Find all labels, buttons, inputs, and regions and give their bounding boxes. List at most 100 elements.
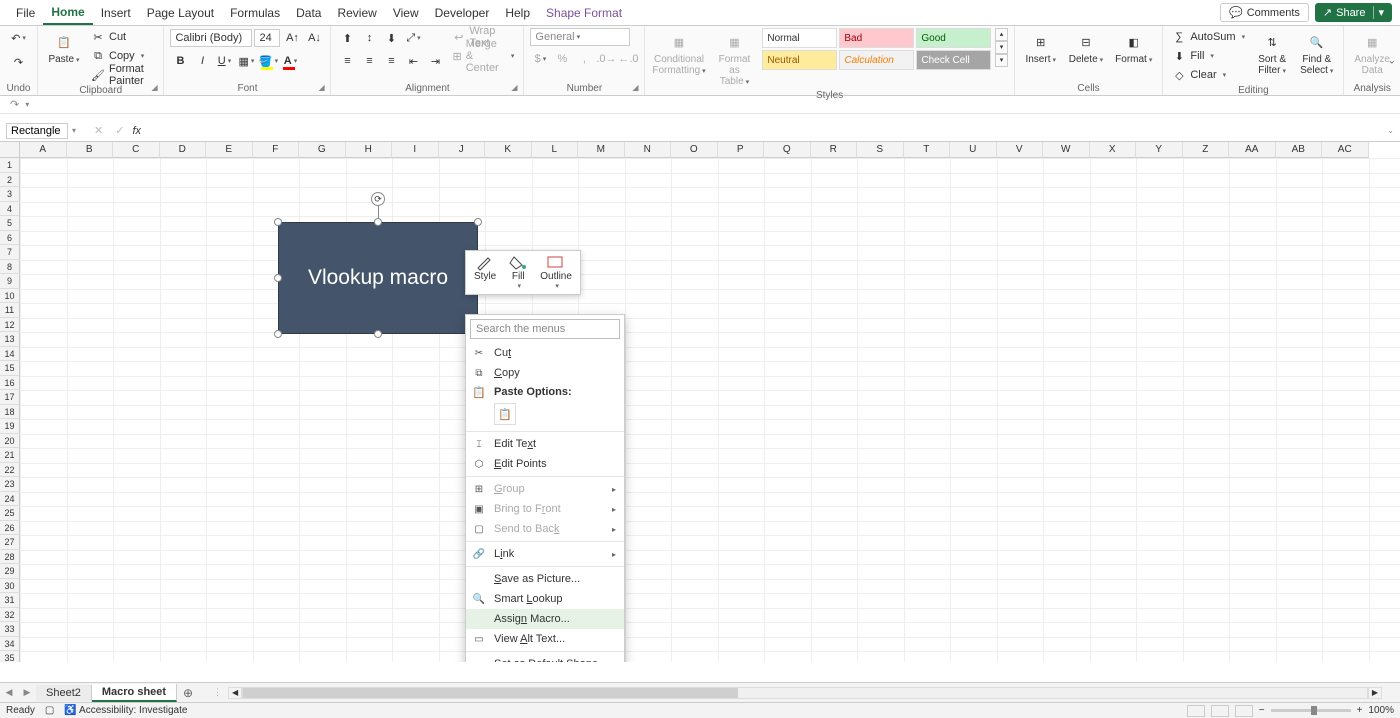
align-right-button[interactable]: ≡: [381, 51, 401, 71]
number-format-select[interactable]: General: [530, 28, 630, 46]
col-header-Z[interactable]: Z: [1183, 142, 1230, 158]
col-header-U[interactable]: U: [950, 142, 997, 158]
zoom-level[interactable]: 100%: [1368, 705, 1394, 716]
align-bottom-button[interactable]: ⬇: [381, 28, 401, 48]
tab-file[interactable]: File: [8, 2, 43, 24]
col-header-J[interactable]: J: [439, 142, 486, 158]
ctx-cut[interactable]: ✂Cut: [466, 343, 624, 363]
namebox-dropdown-icon[interactable]: ▾: [72, 126, 76, 135]
zoom-in-button[interactable]: +: [1357, 705, 1363, 716]
col-header-B[interactable]: B: [67, 142, 114, 158]
row-header-20[interactable]: 20: [0, 434, 20, 449]
row-header-29[interactable]: 29: [0, 564, 20, 579]
tab-formulas[interactable]: Formulas: [222, 2, 288, 24]
enter-formula-icon[interactable]: ✓: [111, 124, 128, 137]
col-header-AC[interactable]: AC: [1322, 142, 1369, 158]
italic-button[interactable]: I: [192, 51, 212, 71]
align-center-button[interactable]: ≡: [359, 51, 379, 71]
resize-handle-s[interactable]: [374, 330, 382, 338]
col-header-T[interactable]: T: [904, 142, 951, 158]
font-launcher[interactable]: ◢: [318, 83, 328, 93]
undo-button[interactable]: ↶: [9, 28, 29, 48]
zoom-out-button[interactable]: −: [1259, 705, 1265, 716]
select-all-corner[interactable]: [0, 142, 20, 158]
col-header-I[interactable]: I: [392, 142, 439, 158]
percent-button[interactable]: %: [552, 49, 572, 69]
decrease-font-button[interactable]: A↓: [304, 28, 324, 48]
sheet-tab-sheet2[interactable]: Sheet2: [36, 685, 92, 701]
accessibility-status[interactable]: ♿ Accessibility: Investigate: [64, 705, 187, 716]
clipboard-launcher[interactable]: ◢: [151, 83, 161, 93]
tab-shape-format[interactable]: Shape Format: [538, 2, 630, 24]
row-header-23[interactable]: 23: [0, 477, 20, 492]
col-header-P[interactable]: P: [718, 142, 765, 158]
menu-search-input[interactable]: Search the menus: [470, 319, 620, 339]
tab-review[interactable]: Review: [329, 2, 384, 24]
col-header-Q[interactable]: Q: [764, 142, 811, 158]
col-header-C[interactable]: C: [113, 142, 160, 158]
tab-insert[interactable]: Insert: [93, 2, 139, 24]
merge-center-button[interactable]: ⊞Merge & Center: [449, 47, 517, 65]
orientation-button[interactable]: ⤢: [403, 28, 423, 48]
col-header-A[interactable]: A: [20, 142, 67, 158]
row-header-15[interactable]: 15: [0, 361, 20, 376]
ribbon-collapse-button[interactable]: ⌄: [1388, 55, 1396, 66]
col-header-D[interactable]: D: [160, 142, 207, 158]
font-color-button[interactable]: A: [280, 51, 300, 71]
style-good[interactable]: Good: [916, 28, 991, 48]
row-header-33[interactable]: 33: [0, 622, 20, 637]
col-header-E[interactable]: E: [206, 142, 253, 158]
insert-cells-button[interactable]: ⊞Insert: [1021, 28, 1061, 67]
style-neutral[interactable]: Neutral: [762, 50, 837, 70]
row-header-26[interactable]: 26: [0, 521, 20, 536]
align-top-button[interactable]: ⬆: [337, 28, 357, 48]
row-header-2[interactable]: 2: [0, 173, 20, 188]
tab-view[interactable]: View: [385, 2, 427, 24]
col-header-V[interactable]: V: [997, 142, 1044, 158]
resize-handle-nw[interactable]: [274, 218, 282, 226]
sort-filter-button[interactable]: ⇅Sort & Filter: [1252, 28, 1292, 78]
row-header-13[interactable]: 13: [0, 332, 20, 347]
spreadsheet-grid[interactable]: ABCDEFGHIJKLMNOPQRSTUVWXYZAAABAC 1234567…: [0, 142, 1400, 662]
increase-decimal-button[interactable]: .0→: [596, 49, 616, 69]
conditional-formatting-button[interactable]: ▦Conditional Formatting: [651, 28, 706, 78]
col-header-M[interactable]: M: [578, 142, 625, 158]
row-header-7[interactable]: 7: [0, 245, 20, 260]
sheet-nav-next[interactable]: ▶: [18, 687, 36, 698]
row-header-6[interactable]: 6: [0, 231, 20, 246]
mini-style-button[interactable]: Style: [468, 253, 502, 292]
ctx-link[interactable]: 🔗Link▸: [466, 544, 624, 564]
row-header-25[interactable]: 25: [0, 506, 20, 521]
ctx-view-alt-text[interactable]: ▭View Alt Text...: [466, 629, 624, 649]
ctx-copy[interactable]: ⧉Copy: [466, 363, 624, 383]
autosum-button[interactable]: ∑AutoSum: [1169, 28, 1248, 46]
col-header-Y[interactable]: Y: [1136, 142, 1183, 158]
row-header-11[interactable]: 11: [0, 303, 20, 318]
row-header-31[interactable]: 31: [0, 593, 20, 608]
format-cells-button[interactable]: ◧Format: [1111, 28, 1156, 67]
ctx-edit-text[interactable]: 𝙸Edit Text: [466, 434, 624, 454]
col-header-G[interactable]: G: [299, 142, 346, 158]
view-page-layout-button[interactable]: [1211, 705, 1229, 717]
increase-indent-button[interactable]: ⇥: [425, 51, 445, 71]
analyze-data-button[interactable]: ▦Analyze Data: [1350, 28, 1394, 78]
style-normal[interactable]: Normal: [762, 28, 837, 48]
col-header-W[interactable]: W: [1043, 142, 1090, 158]
row-header-8[interactable]: 8: [0, 260, 20, 275]
row-header-19[interactable]: 19: [0, 419, 20, 434]
row-header-32[interactable]: 32: [0, 608, 20, 623]
cell-styles-gallery[interactable]: Normal Bad Good Neutral Calculation Chec…: [762, 28, 991, 70]
col-header-AA[interactable]: AA: [1229, 142, 1276, 158]
resize-handle-w[interactable]: [274, 274, 282, 282]
increase-font-button[interactable]: A↑: [282, 28, 302, 48]
formula-expand-icon[interactable]: ⌄: [1387, 126, 1394, 135]
ctx-set-default[interactable]: Set as Default Shape: [466, 654, 624, 662]
ctx-edit-points[interactable]: ⬡Edit Points: [466, 454, 624, 474]
row-header-14[interactable]: 14: [0, 347, 20, 362]
col-header-H[interactable]: H: [346, 142, 393, 158]
paste-default-button[interactable]: 📋: [494, 403, 516, 425]
decrease-decimal-button[interactable]: ←.0: [618, 49, 638, 69]
qat-dropdown-icon[interactable]: ▾: [25, 100, 29, 109]
comments-button[interactable]: 💬Comments: [1220, 3, 1309, 22]
hscroll-right[interactable]: ▶: [1368, 687, 1382, 699]
